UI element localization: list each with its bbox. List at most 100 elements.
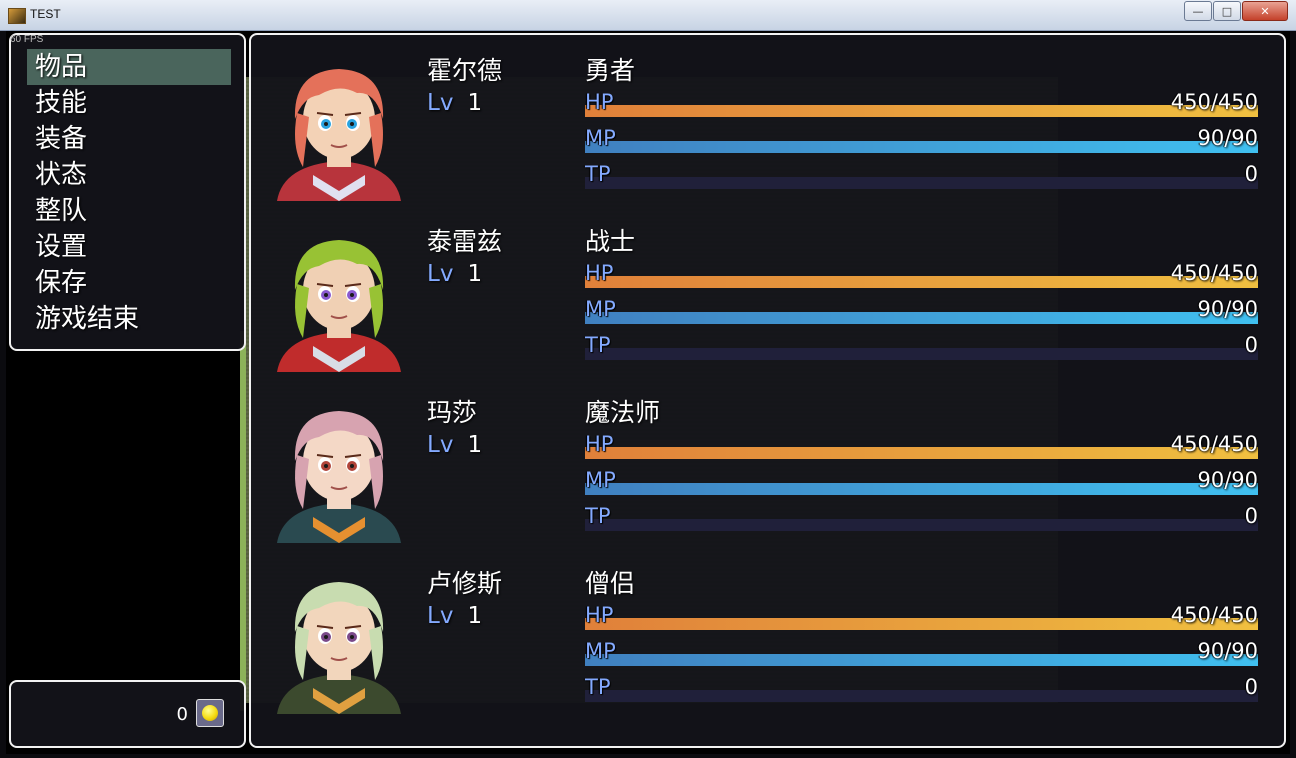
- hp-label: HP: [585, 261, 614, 285]
- tp-gauge: TP 0: [585, 330, 1258, 366]
- actor-row[interactable]: 卢修斯 僧侣 Lv 1 HP 450/450 MP 90/90 TP 0: [251, 548, 1288, 719]
- tp-label: TP: [585, 504, 611, 528]
- tp-gauge: TP 0: [585, 501, 1258, 537]
- menu-command[interactable]: 整队: [27, 193, 231, 229]
- hp-value: 450/450: [1170, 261, 1258, 285]
- mp-gauge-fill: [585, 483, 1258, 495]
- actor-face-portrait: [267, 570, 411, 714]
- command-list: 物品 技能 装备 状态 整队 设置 保存 游戏结束: [27, 49, 231, 337]
- hp-gauge: HP 450/450: [585, 429, 1258, 465]
- window-titlebar: TEST — □ ✕: [0, 0, 1296, 31]
- hp-gauge-fill: [585, 618, 1258, 630]
- close-button[interactable]: ✕: [1242, 1, 1288, 21]
- actor-class: 僧侣: [585, 569, 636, 598]
- mp-value: 90/90: [1197, 126, 1258, 150]
- actor-face-portrait: [267, 399, 411, 543]
- mp-gauge: MP 90/90: [585, 636, 1258, 672]
- actor-face-portrait: [267, 228, 411, 372]
- gold-window: 0: [9, 680, 246, 748]
- mp-label: MP: [585, 297, 616, 321]
- tp-gauge-track: [585, 519, 1258, 531]
- level-value: 1: [467, 603, 483, 629]
- actor-row[interactable]: 泰雷兹 战士 Lv 1 HP 450/450 MP 90/90 TP 0: [251, 206, 1288, 377]
- actor-class: 战士: [585, 227, 636, 256]
- gold-coin-icon: [196, 699, 224, 727]
- hp-gauge: HP 450/450: [585, 87, 1258, 123]
- tp-value: 0: [1244, 675, 1258, 699]
- tp-value: 0: [1244, 333, 1258, 357]
- mp-gauge: MP 90/90: [585, 465, 1258, 501]
- mp-label: MP: [585, 639, 616, 663]
- tp-gauge-track: [585, 177, 1258, 189]
- mp-gauge: MP 90/90: [585, 123, 1258, 159]
- hp-value: 450/450: [1170, 432, 1258, 456]
- hp-label: HP: [585, 432, 614, 456]
- hp-label: HP: [585, 90, 614, 114]
- hp-value: 450/450: [1170, 90, 1258, 114]
- tp-label: TP: [585, 333, 611, 357]
- actor-face-portrait: [267, 57, 411, 201]
- maximize-button[interactable]: □: [1213, 1, 1241, 21]
- actor-level: Lv 1: [427, 90, 482, 116]
- actor-name: 玛莎: [427, 398, 478, 427]
- menu-command[interactable]: 技能: [27, 85, 231, 121]
- minimize-button[interactable]: —: [1184, 1, 1212, 21]
- level-label: Lv: [427, 90, 454, 116]
- map-grass-edge: [240, 331, 246, 711]
- menu-command[interactable]: 装备: [27, 121, 231, 157]
- mp-gauge-fill: [585, 312, 1258, 324]
- menu-command[interactable]: 设置: [27, 229, 231, 265]
- hp-value: 450/450: [1170, 603, 1258, 627]
- window-controls: — □ ✕: [1183, 1, 1288, 21]
- command-window: 物品 技能 装备 状态 整队 设置 保存 游戏结束: [9, 33, 246, 351]
- party-status-window: 霍尔德 勇者 Lv 1 HP 450/450 MP 90/90 TP 0 泰雷兹…: [249, 33, 1286, 748]
- mp-gauge-fill: [585, 654, 1258, 666]
- actor-name: 霍尔德: [427, 56, 503, 85]
- tp-gauge-track: [585, 690, 1258, 702]
- tp-value: 0: [1244, 162, 1258, 186]
- actor-name: 泰雷兹: [427, 227, 503, 256]
- hp-label: HP: [585, 603, 614, 627]
- menu-command[interactable]: 状态: [27, 157, 231, 193]
- actor-name: 卢修斯: [427, 569, 503, 598]
- tp-gauge-track: [585, 348, 1258, 360]
- mp-label: MP: [585, 126, 616, 150]
- tp-label: TP: [585, 162, 611, 186]
- level-label: Lv: [427, 603, 454, 629]
- mp-value: 90/90: [1197, 639, 1258, 663]
- tp-label: TP: [585, 675, 611, 699]
- menu-command[interactable]: 游戏结束: [27, 301, 231, 337]
- level-value: 1: [467, 90, 483, 116]
- actor-level: Lv 1: [427, 261, 482, 287]
- hp-gauge: HP 450/450: [585, 258, 1258, 294]
- level-label: Lv: [427, 432, 454, 458]
- hp-gauge-fill: [585, 447, 1258, 459]
- actor-row[interactable]: 玛莎 魔法师 Lv 1 HP 450/450 MP 90/90 TP 0: [251, 377, 1288, 548]
- mp-value: 90/90: [1197, 468, 1258, 492]
- actor-class: 勇者: [585, 56, 636, 85]
- window-title: TEST: [30, 7, 61, 21]
- tp-gauge: TP 0: [585, 672, 1258, 708]
- fps-counter: 60 FPS: [10, 34, 44, 45]
- hp-gauge-fill: [585, 105, 1258, 117]
- game-canvas[interactable]: 60 FPS 物品 技能 装备 状态 整队 设置 保存 游戏结束 0 霍尔德 勇者 Lv 1: [6, 31, 1290, 754]
- mp-value: 90/90: [1197, 297, 1258, 321]
- actor-level: Lv 1: [427, 432, 482, 458]
- hp-gauge-fill: [585, 276, 1258, 288]
- level-value: 1: [467, 261, 483, 287]
- menu-command[interactable]: 保存: [27, 265, 231, 301]
- level-label: Lv: [427, 261, 454, 287]
- actor-row[interactable]: 霍尔德 勇者 Lv 1 HP 450/450 MP 90/90 TP 0: [251, 35, 1288, 206]
- mp-gauge-fill: [585, 141, 1258, 153]
- actor-level: Lv 1: [427, 603, 482, 629]
- level-value: 1: [467, 432, 483, 458]
- tp-value: 0: [1244, 504, 1258, 528]
- gold-amount: 0: [176, 704, 188, 725]
- actor-class: 魔法师: [585, 398, 661, 427]
- hp-gauge: HP 450/450: [585, 600, 1258, 636]
- menu-command[interactable]: 物品: [27, 49, 231, 85]
- app-icon: [8, 8, 26, 24]
- tp-gauge: TP 0: [585, 159, 1258, 195]
- mp-gauge: MP 90/90: [585, 294, 1258, 330]
- mp-label: MP: [585, 468, 616, 492]
